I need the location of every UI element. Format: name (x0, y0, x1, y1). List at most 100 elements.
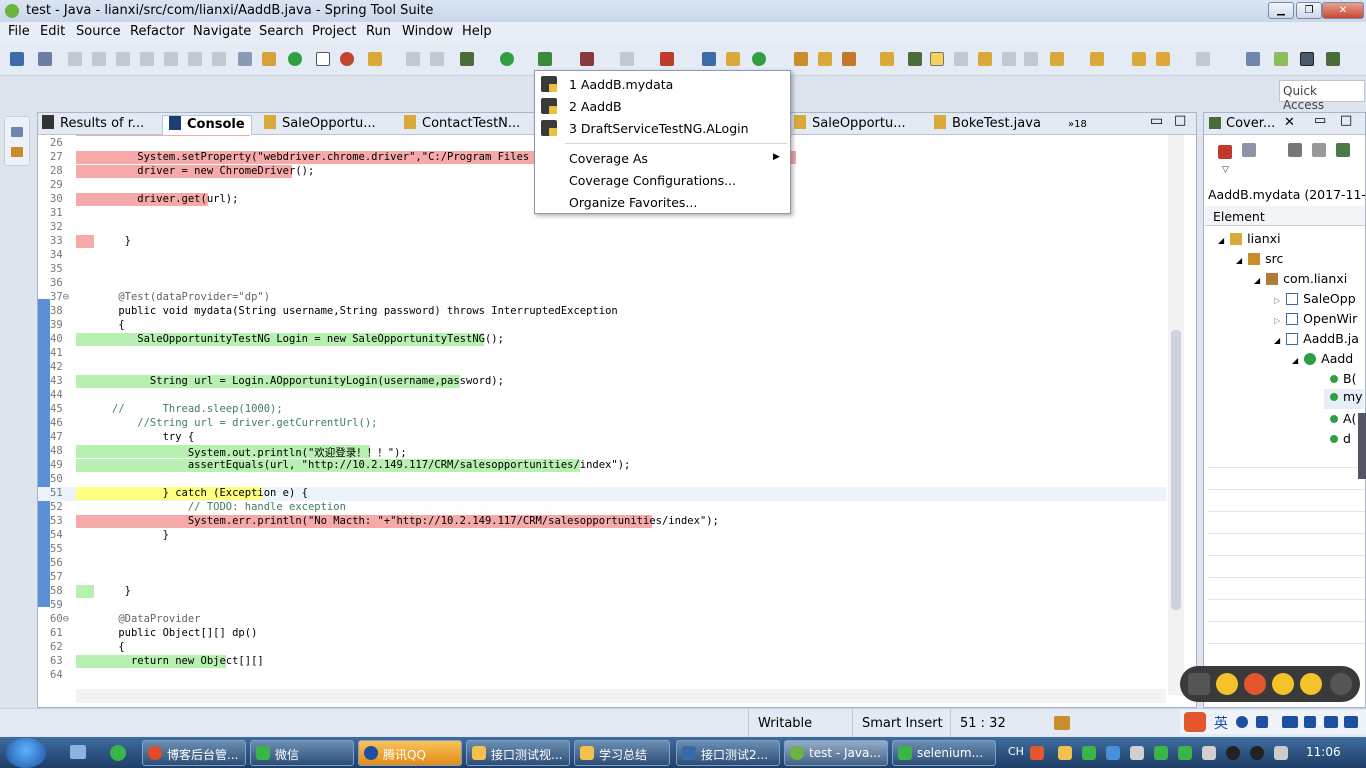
editor-vertical-scrollbar[interactable] (1168, 135, 1184, 695)
tree-item-src[interactable]: ◢ src (1236, 251, 1283, 271)
profile-icon[interactable] (660, 52, 674, 66)
show-whitespace-icon[interactable] (1002, 52, 1016, 66)
tree-item-saleopp[interactable]: ▷ SaleOpp (1274, 291, 1356, 311)
toggle-annotation-icon[interactable] (908, 52, 922, 66)
show-desktop-icon[interactable] (70, 745, 86, 759)
remove-session-icon[interactable] (1288, 143, 1302, 157)
menu-help[interactable]: Help (462, 24, 492, 39)
qq-tray-icon-2[interactable] (1250, 746, 1264, 760)
menu-item-coverage-configurations[interactable]: Coverage Configurations... (535, 169, 790, 191)
menu-item-organize-favorites[interactable]: Organize Favorites... (535, 191, 790, 213)
save-icon[interactable] (406, 52, 420, 66)
search-icon[interactable] (1330, 673, 1352, 695)
view-menu-icon[interactable]: ▽ (1222, 165, 1229, 175)
skin-icon[interactable] (1304, 716, 1316, 728)
keyboard-icon[interactable] (1282, 716, 1298, 728)
view-maximize-icon[interactable]: □ (1340, 113, 1352, 128)
resume-icon[interactable] (68, 52, 82, 66)
start-button[interactable] (6, 738, 46, 768)
menu-item-history-2[interactable]: 2 AaddB (535, 95, 790, 117)
merge-sessions-icon[interactable] (1336, 143, 1350, 157)
moon-icon[interactable] (1236, 716, 1248, 728)
open-perspective-icon[interactable] (1246, 52, 1260, 66)
menu-window[interactable]: Window (402, 24, 453, 39)
tab-console[interactable]: Console (162, 115, 252, 135)
skip-breakpoints-icon[interactable] (38, 52, 52, 66)
coverage-vertical-scrollbar[interactable] (1358, 413, 1366, 479)
element-column-header[interactable]: Element (1205, 206, 1365, 226)
suspend-icon[interactable] (92, 52, 106, 66)
previous-annotation-icon[interactable] (1090, 52, 1104, 66)
sogou-logo-icon[interactable] (1184, 712, 1206, 732)
menu-refactor[interactable]: Refactor (130, 24, 185, 39)
smile-emoji-icon[interactable] (1216, 673, 1238, 695)
new-spring-project-icon[interactable] (368, 52, 382, 66)
taskbar-item-chrome[interactable]: 博客后台管... (142, 740, 246, 766)
angry-emoji-icon[interactable] (1244, 673, 1266, 695)
taskbar-item-selenium[interactable]: selenium... (892, 740, 996, 766)
mark-occurrences-icon[interactable] (930, 52, 944, 66)
quick-access-input[interactable]: Quick Access (1279, 80, 1365, 112)
view-minimize-icon[interactable]: ▭ (1314, 113, 1326, 128)
shirt-icon[interactable] (1324, 716, 1338, 728)
tree-item-openwir[interactable]: ▷ OpenWir (1274, 311, 1357, 331)
close-button[interactable]: ✕ (1322, 2, 1364, 19)
taskbar-item-wechat[interactable]: 微信 (250, 740, 354, 766)
relaunch-coverage-icon[interactable] (1218, 145, 1232, 159)
new-icon[interactable] (10, 52, 24, 66)
java-perspective-icon[interactable] (1300, 52, 1314, 66)
tree-item-method[interactable]: d (1330, 431, 1351, 451)
terminate-icon[interactable] (116, 52, 130, 66)
volume-icon[interactable] (1202, 746, 1216, 760)
remove-all-sessions-icon[interactable] (1312, 143, 1326, 157)
spring-perspective-icon[interactable] (1274, 52, 1288, 66)
security-tray-icon[interactable] (1082, 746, 1096, 760)
tree-item-aaddb-java[interactable]: ◢ AaddB.ja (1274, 331, 1359, 351)
drop-to-frame-icon[interactable] (238, 52, 252, 66)
menu-search[interactable]: Search (259, 24, 304, 39)
tab-results[interactable]: Results of r... (42, 115, 144, 135)
close-icon[interactable]: ✕ (1284, 115, 1295, 130)
save-all-icon[interactable] (430, 52, 444, 66)
run-external-tools-icon[interactable] (580, 52, 594, 66)
tab-boketest[interactable]: BokeTest.java (934, 115, 1041, 135)
menu-item-history-1[interactable]: 1 AaddB.mydata (535, 73, 790, 95)
open-console-icon[interactable] (316, 52, 330, 66)
tab-contacttest[interactable]: ContactTestN... (404, 115, 520, 135)
disconnect-icon[interactable] (140, 52, 154, 66)
debug-icon[interactable] (460, 52, 474, 66)
menu-run[interactable]: Run (366, 24, 391, 39)
taskbar-clock[interactable]: 11:06 (1306, 745, 1341, 759)
menu-item-history-3[interactable]: 3 DraftServiceTestNG.ALogin (535, 117, 790, 139)
network-tray-icon[interactable] (1130, 746, 1144, 760)
new-class-icon[interactable] (752, 52, 766, 66)
wechat-tray-icon[interactable] (1178, 746, 1192, 760)
menu-project[interactable]: Project (312, 24, 356, 39)
back-icon[interactable] (1156, 52, 1170, 66)
open-folder-icon[interactable] (880, 52, 894, 66)
step-into-icon[interactable] (164, 52, 178, 66)
tongue-emoji-icon[interactable] (1300, 673, 1322, 695)
ime-language[interactable]: 英 (1214, 713, 1228, 733)
new-java-class-icon[interactable] (726, 52, 740, 66)
tree-item-aadd-class[interactable]: ◢ Aadd (1292, 351, 1353, 371)
tab-saleopportu-2[interactable]: SaleOpportu... (794, 115, 906, 135)
tree-item-method[interactable]: A( (1330, 411, 1356, 431)
forward-icon[interactable] (1196, 52, 1210, 66)
editor-minimize-icon[interactable]: ▭ (1150, 113, 1163, 133)
run-icon[interactable] (500, 52, 514, 66)
pilcrow-icon[interactable] (1024, 52, 1038, 66)
code-editor[interactable]: String url = AaddB(); 26 27 System.setPr… (38, 135, 1168, 687)
debug-perspective-icon[interactable] (1326, 52, 1340, 66)
restore-icon[interactable] (11, 127, 23, 137)
taskbar-item-doc2[interactable]: 学习总结 (574, 740, 670, 766)
menu-source[interactable]: Source (76, 24, 121, 39)
tree-item-lianxi[interactable]: ◢ lianxi (1218, 231, 1281, 251)
sad-emoji-icon[interactable] (1272, 673, 1294, 695)
progress-icon[interactable] (1054, 716, 1070, 730)
tools-icon[interactable] (1344, 716, 1358, 728)
taskbar-item-sts[interactable]: test - Java... (784, 740, 888, 766)
taskbar-item-qq[interactable]: 腾讯QQ (358, 740, 462, 766)
home-icon[interactable] (1188, 673, 1210, 695)
server-start-icon[interactable] (288, 52, 302, 66)
